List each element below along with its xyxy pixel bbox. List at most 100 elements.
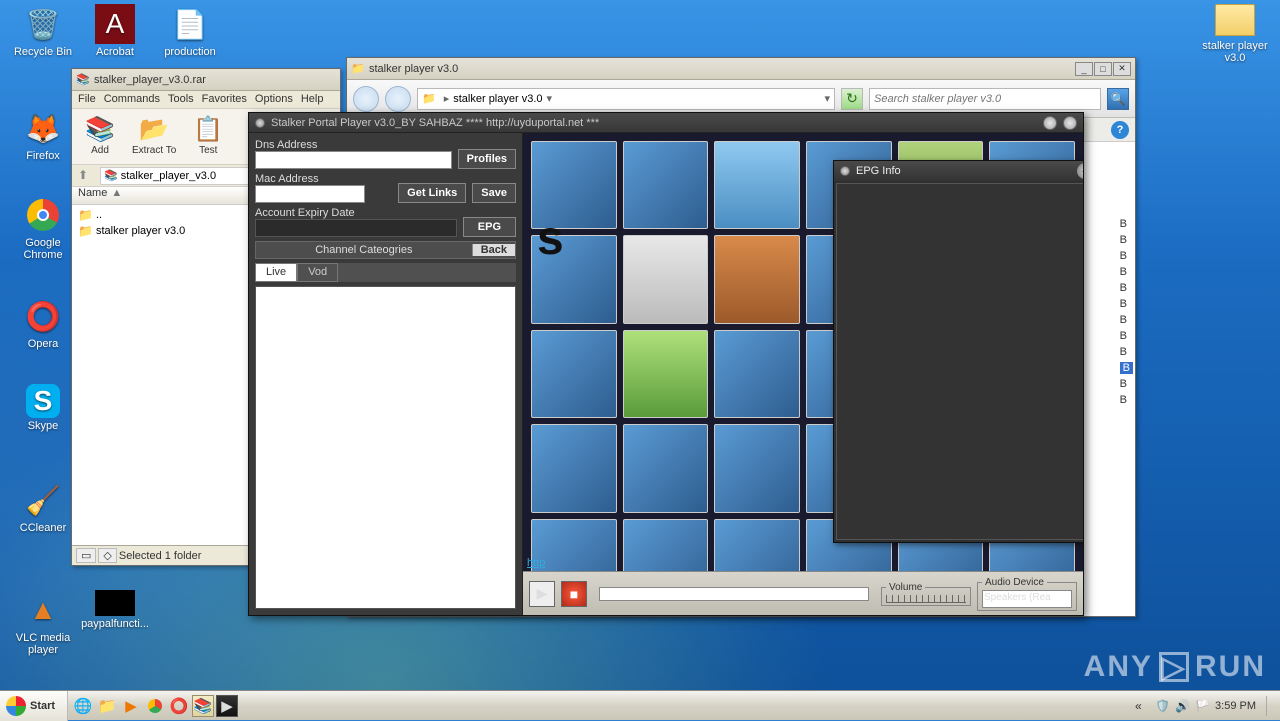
volume-slider[interactable] bbox=[886, 595, 966, 603]
close-button[interactable]: ✕ bbox=[1113, 62, 1131, 76]
seek-bar[interactable] bbox=[599, 587, 869, 601]
start-button[interactable]: Start bbox=[0, 691, 68, 721]
menu-file[interactable]: File bbox=[78, 93, 96, 106]
search-input[interactable] bbox=[870, 93, 1100, 105]
nav-forward-button[interactable] bbox=[385, 86, 411, 112]
category-header: Channel Cateogries Back bbox=[255, 241, 516, 259]
profiles-button[interactable]: Profiles bbox=[458, 149, 516, 169]
tab-live[interactable]: Live bbox=[255, 263, 297, 282]
minimize-button[interactable]: – bbox=[1077, 163, 1083, 179]
show-desktop-button[interactable] bbox=[1266, 696, 1272, 716]
epg-body[interactable] bbox=[836, 183, 1083, 540]
desktop-icon-recycle-bin[interactable]: 🗑️ Recycle Bin bbox=[8, 4, 78, 58]
search-box[interactable] bbox=[869, 88, 1101, 110]
recycle-bin-icon: 🗑️ bbox=[23, 4, 63, 44]
explorer-icon[interactable]: 📁 bbox=[96, 695, 118, 717]
desktop-icon-vlc[interactable]: ▲VLC media player bbox=[8, 590, 78, 656]
tab-vod[interactable]: Vod bbox=[297, 263, 338, 282]
stalker-window[interactable]: Stalker Portal Player v3.0_BY SAHBAZ ***… bbox=[248, 112, 1084, 616]
chevron-icon[interactable]: « bbox=[1135, 699, 1149, 713]
winrar-titlebar[interactable]: 📚 stalker_player_v3.0.rar bbox=[72, 69, 340, 91]
add-button[interactable]: 📚Add bbox=[82, 113, 118, 160]
help-icon[interactable]: ? bbox=[1111, 121, 1129, 139]
audio-device-select[interactable]: Speakers (Rea bbox=[982, 590, 1072, 608]
dns-label: Dns Address bbox=[255, 139, 452, 151]
clock[interactable]: 3:59 PM bbox=[1215, 700, 1256, 712]
explorer-titlebar[interactable]: 📁 stalker player v3.0 _ □ ✕ bbox=[347, 58, 1135, 80]
mac-input[interactable] bbox=[255, 185, 365, 203]
menu-tools[interactable]: Tools bbox=[168, 93, 194, 106]
ie-icon[interactable]: 🌐 bbox=[72, 695, 94, 717]
menu-help[interactable]: Help bbox=[301, 93, 324, 106]
vlc-icon: ▲ bbox=[23, 590, 63, 630]
chrome-taskbar-icon[interactable] bbox=[144, 695, 166, 717]
thumbnail bbox=[623, 330, 709, 418]
extract-icon: 📂 bbox=[136, 113, 172, 145]
play-button[interactable]: ▶ bbox=[529, 581, 555, 607]
channel-list[interactable] bbox=[255, 286, 516, 609]
opera-icon: ⭕ bbox=[23, 296, 63, 336]
video-area: s portal er HBAZ http EPG Info – ✕ ▶ bbox=[523, 133, 1083, 615]
minimize-button[interactable]: _ bbox=[1075, 62, 1093, 76]
flag-icon[interactable]: 🏳️ bbox=[1195, 699, 1209, 713]
opera-taskbar-icon[interactable]: ⭕ bbox=[168, 695, 190, 717]
status-icon: ◇ bbox=[98, 548, 116, 563]
stalker-task-button[interactable]: ▶ bbox=[216, 695, 238, 717]
icon-label: Google Chrome bbox=[8, 237, 78, 261]
desktop-icon-ccleaner[interactable]: 🧹CCleaner bbox=[8, 480, 78, 534]
link-hint[interactable]: http bbox=[527, 557, 545, 569]
crumb-dropdown[interactable]: ▾ bbox=[547, 92, 553, 105]
back-button[interactable]: Back bbox=[472, 244, 515, 256]
desktop-icon-stalker-folder[interactable]: stalker player v3.0 bbox=[1200, 4, 1270, 64]
audio-device-group: Audio Device Speakers (Rea bbox=[977, 577, 1077, 611]
menu-favorites[interactable]: Favorites bbox=[202, 93, 247, 106]
stalker-titlebar[interactable]: Stalker Portal Player v3.0_BY SAHBAZ ***… bbox=[249, 113, 1083, 133]
folder-icon: 📁 bbox=[422, 92, 436, 105]
breadcrumb[interactable]: 📁 ▸ stalker player v3.0 ▾ ▾ bbox=[417, 88, 835, 110]
media-icon[interactable]: ▶ bbox=[120, 695, 142, 717]
desktop-icon-chrome[interactable]: Google Chrome bbox=[8, 195, 78, 261]
epg-window[interactable]: EPG Info – ✕ bbox=[833, 160, 1083, 543]
menu-options[interactable]: Options bbox=[255, 93, 293, 106]
test-button[interactable]: 📋Test bbox=[190, 113, 226, 160]
minimize-button[interactable] bbox=[1043, 116, 1057, 130]
dns-input[interactable] bbox=[255, 151, 452, 169]
getlinks-button[interactable]: Get Links bbox=[398, 183, 466, 203]
desktop-icon-opera[interactable]: ⭕Opera bbox=[8, 296, 78, 350]
player-controls: ▶ ■ Volume Audio Device Speakers (Rea bbox=[523, 571, 1083, 615]
volume-icon[interactable]: 🔊 bbox=[1175, 699, 1189, 713]
desktop-icon-acrobat[interactable]: AAcrobat bbox=[80, 4, 150, 58]
audio-label: Audio Device bbox=[982, 577, 1047, 588]
crumb-text: stalker player v3.0 bbox=[453, 93, 542, 105]
desktop-icon-firefox[interactable]: 🦊 Firefox bbox=[8, 108, 78, 162]
window-title: EPG Info bbox=[856, 165, 901, 177]
crumb-history[interactable]: ▾ bbox=[824, 92, 830, 105]
window-controls bbox=[1043, 116, 1077, 130]
firefox-icon: 🦊 bbox=[23, 108, 63, 148]
close-button[interactable] bbox=[1063, 116, 1077, 130]
up-icon[interactable]: ⬆ bbox=[78, 168, 94, 184]
rar-icon: 📚 bbox=[76, 73, 90, 87]
nav-back-button[interactable] bbox=[353, 86, 379, 112]
epg-titlebar[interactable]: EPG Info – ✕ bbox=[834, 161, 1083, 181]
add-icon: 📚 bbox=[82, 113, 118, 145]
desktop-icon-production[interactable]: 📄production bbox=[155, 4, 225, 58]
stop-button[interactable]: ■ bbox=[561, 581, 587, 607]
epg-button[interactable]: EPG bbox=[463, 217, 516, 237]
shield-icon[interactable]: 🛡️ bbox=[1155, 699, 1169, 713]
save-button[interactable]: Save bbox=[472, 183, 516, 203]
maximize-button[interactable]: □ bbox=[1094, 62, 1112, 76]
thumbnail bbox=[714, 141, 800, 229]
acrobat-icon: A bbox=[95, 4, 135, 44]
menu-commands[interactable]: Commands bbox=[104, 93, 160, 106]
icon-label: Firefox bbox=[26, 150, 60, 162]
cmd-icon bbox=[95, 590, 135, 616]
icon-label: Recycle Bin bbox=[14, 46, 72, 58]
thumbnail bbox=[714, 235, 800, 323]
extract-button[interactable]: 📂Extract To bbox=[132, 113, 176, 160]
search-button[interactable]: 🔍 bbox=[1107, 88, 1129, 110]
refresh-button[interactable]: ↻ bbox=[841, 88, 863, 110]
desktop-icon-paypal[interactable]: paypalfuncti... bbox=[80, 590, 150, 630]
winrar-task-button[interactable]: 📚 bbox=[192, 695, 214, 717]
desktop-icon-skype[interactable]: SSkype bbox=[8, 384, 78, 432]
